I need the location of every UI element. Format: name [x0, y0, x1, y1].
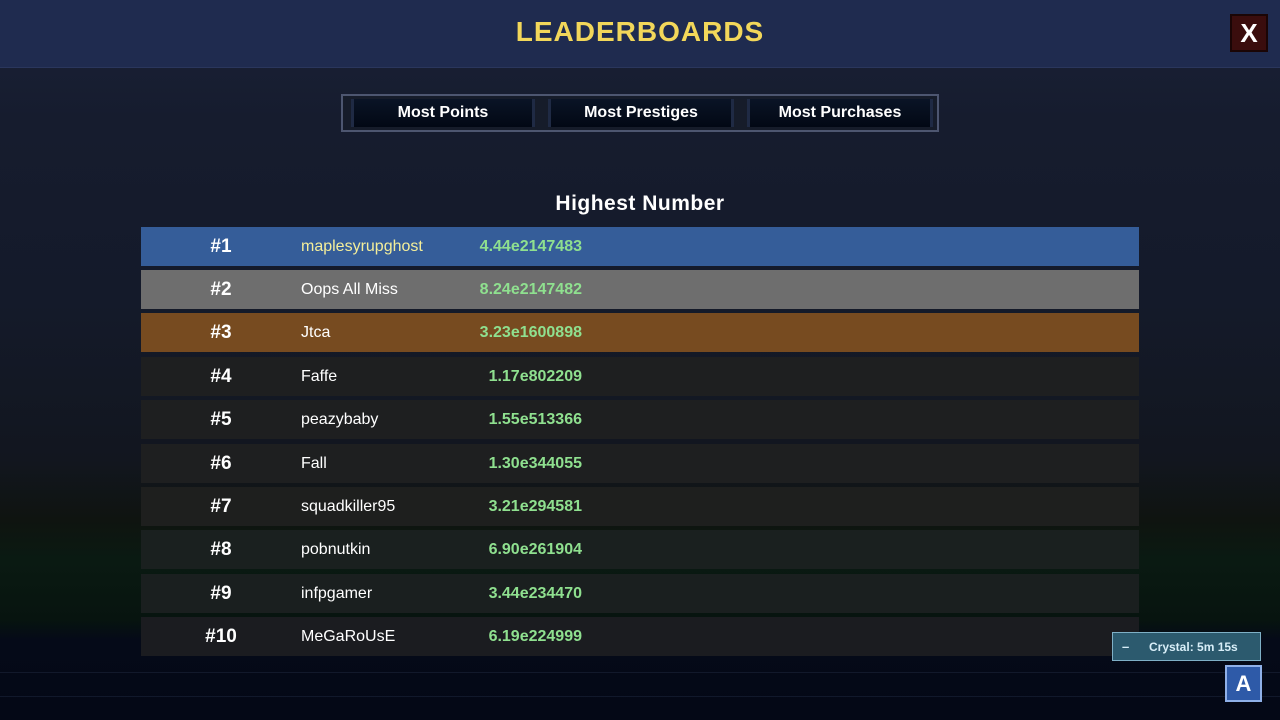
crystal-timer-text: Crystal: 5m 15s — [1149, 640, 1238, 654]
row-rank: #8 — [210, 539, 232, 560]
row-score: 6.90e261904 — [488, 541, 582, 558]
row-rank: #1 — [210, 236, 232, 257]
row-rank: #4 — [210, 366, 232, 387]
row-rank: #9 — [210, 583, 232, 604]
row-player-name: pobnutkin — [301, 541, 371, 558]
tab-most-purchases[interactable]: Most Purchases — [747, 99, 933, 127]
header-bar: LEADERBOARDS X — [0, 0, 1280, 68]
row-player-name: Jtca — [301, 324, 331, 341]
leaderboard-row: #6 Fall 1.30e344055 — [141, 444, 1139, 483]
tab-most-points[interactable]: Most Points — [351, 99, 535, 127]
leaderboard-row: #8 pobnutkin 6.90e261904 — [141, 530, 1139, 569]
background-stripe — [0, 672, 1280, 673]
row-rank: #6 — [210, 453, 232, 474]
tab-most-prestiges[interactable]: Most Prestiges — [548, 99, 734, 127]
row-score: 3.23e1600898 — [479, 324, 582, 341]
row-score: 3.44e234470 — [488, 585, 582, 602]
leaderboard-row: #3 Jtca 3.23e1600898 — [141, 313, 1139, 352]
leaderboard-row: #4 Faffe 1.17e802209 — [141, 357, 1139, 396]
background-stripe — [0, 696, 1280, 697]
section-title: Highest Number — [555, 192, 725, 215]
row-player-name: peazybaby — [301, 411, 379, 428]
row-player-name: Oops All Miss — [301, 281, 398, 298]
row-score: 4.44e2147483 — [479, 238, 582, 255]
row-rank: #10 — [205, 626, 237, 647]
collapse-icon[interactable]: – — [1122, 639, 1129, 654]
row-rank: #5 — [210, 409, 232, 430]
close-button[interactable]: X — [1230, 14, 1268, 52]
row-player-name: Faffe — [301, 368, 338, 385]
leaderboard-row: #1 maplesyrupghost 4.44e2147483 — [141, 227, 1139, 266]
leaderboard-row: #7 squadkiller95 3.21e294581 — [141, 487, 1139, 526]
row-rank: #7 — [210, 496, 232, 517]
crystal-timer[interactable]: – Crystal: 5m 15s — [1112, 632, 1261, 661]
row-score: 1.55e513366 — [488, 411, 582, 428]
leaderboard-row: #9 infpgamer 3.44e234470 — [141, 574, 1139, 613]
row-score: 6.19e224999 — [488, 628, 582, 645]
row-player-name: maplesyrupghost — [301, 238, 423, 255]
row-score: 1.30e344055 — [488, 455, 582, 472]
row-player-name: Fall — [301, 455, 327, 472]
leaderboard-row: #2 Oops All Miss 8.24e2147482 — [141, 270, 1139, 309]
row-score: 8.24e2147482 — [479, 281, 582, 298]
page-title: LEADERBOARDS — [515, 16, 765, 47]
row-score: 3.21e294581 — [488, 498, 582, 515]
leaderboard-row: #10 MeGaRoUsE 6.19e224999 — [141, 617, 1139, 656]
leaderboard-tabs: Most Points Most Prestiges Most Purchase… — [341, 94, 939, 132]
a-button[interactable]: A — [1225, 665, 1262, 702]
row-rank: #2 — [210, 279, 232, 300]
row-player-name: squadkiller95 — [301, 498, 396, 515]
row-score: 1.17e802209 — [488, 368, 582, 385]
leaderboard-row: #5 peazybaby 1.55e513366 — [141, 400, 1139, 439]
row-rank: #3 — [210, 322, 232, 343]
row-player-name: infpgamer — [301, 585, 373, 602]
row-player-name: MeGaRoUsE — [301, 628, 396, 645]
